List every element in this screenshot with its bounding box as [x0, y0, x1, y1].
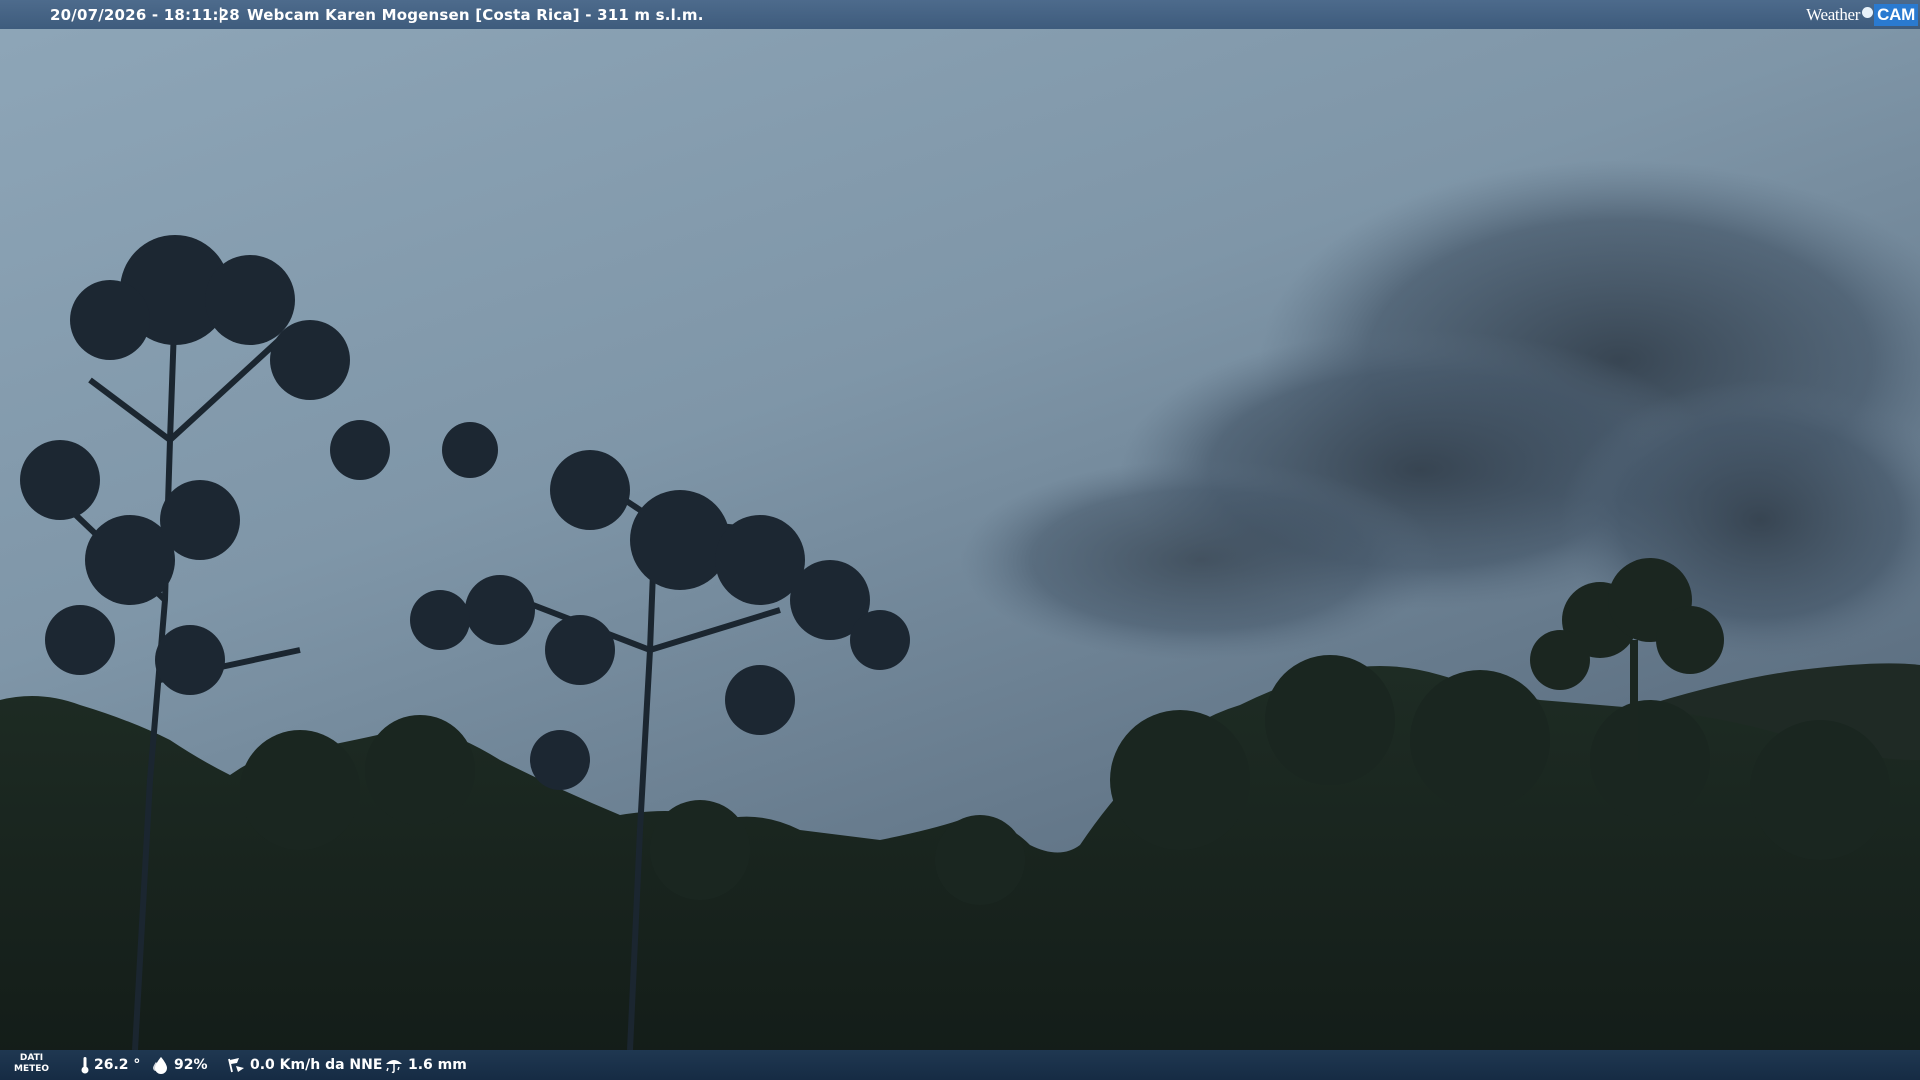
timestamp: 20/07/2026 - 18:11:28 [50, 6, 240, 24]
weather-data-label-line2: METEO [14, 1064, 50, 1074]
humidity-reading: 92% [152, 1056, 208, 1074]
rain-icon [386, 1060, 402, 1074]
weather-data-bar: DATI METEO 26.2 ° 92% 0.0 Km/h da NNE 1.… [0, 1050, 1920, 1080]
logo-cam-badge: CAM [1874, 3, 1918, 26]
webcam-title: Webcam Karen Mogensen [Costa Rica] - 311… [247, 6, 704, 24]
weathercam-logo[interactable]: Weather CAM [1806, 3, 1918, 26]
temperature-reading: 26.2 ° [80, 1056, 140, 1074]
humidity-value: 92% [174, 1057, 208, 1073]
logo-dot-icon [1862, 7, 1874, 18]
webcam-header-bar: 20/07/2026 - 18:11:28 | Webcam Karen Mog… [0, 0, 1920, 29]
wind-value: 0.0 Km/h da NNE [250, 1057, 383, 1073]
wind-reading: 0.0 Km/h da NNE [226, 1056, 382, 1074]
logo-weather-text: Weather [1806, 4, 1861, 24]
webcam-frame: 20/07/2026 - 18:11:28 | Webcam Karen Mog… [0, 0, 1920, 1080]
header-separator: | [218, 5, 224, 23]
rain-reading: 1.6 mm [384, 1056, 467, 1074]
webcam-image [0, 0, 1920, 1080]
humidity-drop-icon [153, 1057, 167, 1074]
weather-data-label-line1: DATI [19, 1053, 44, 1063]
temperature-value: 26.2 ° [94, 1057, 141, 1073]
rain-value: 1.6 mm [408, 1057, 467, 1073]
wind-icon [228, 1058, 244, 1073]
thermometer-icon [81, 1057, 89, 1074]
weather-data-label: DATI METEO [14, 1053, 49, 1075]
